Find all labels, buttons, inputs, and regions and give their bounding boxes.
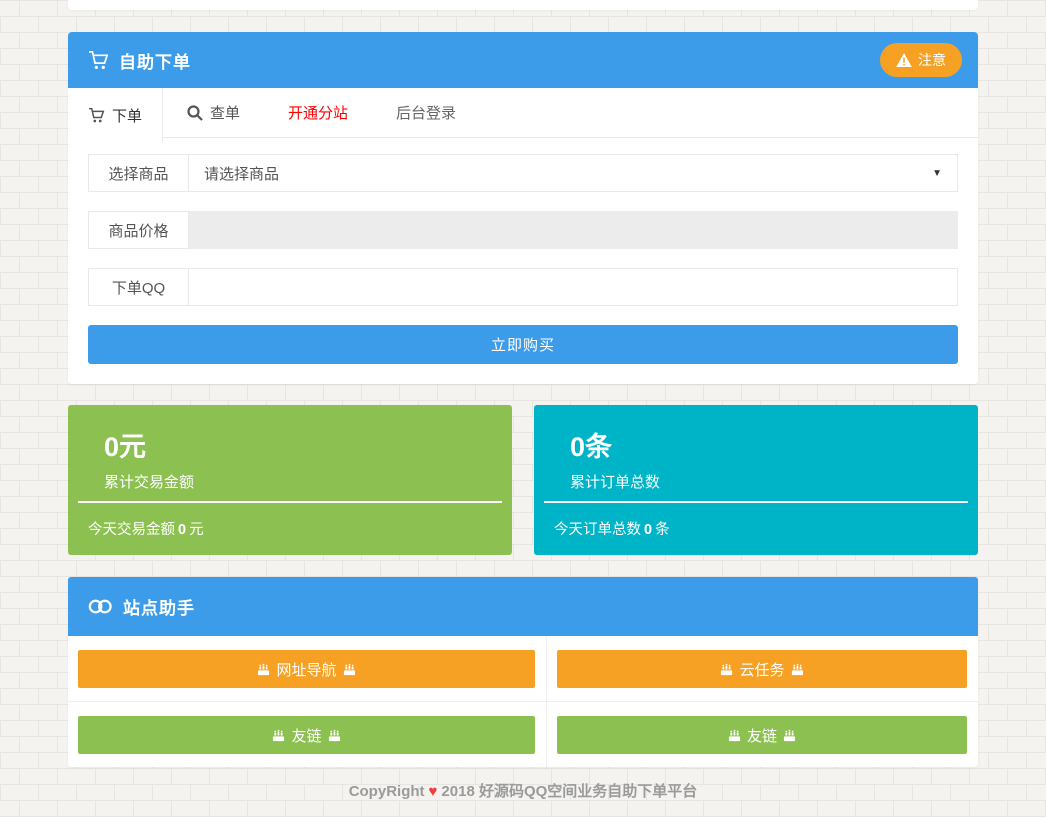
qq-input[interactable] xyxy=(204,279,942,296)
stat-today-unit: 条 xyxy=(655,522,670,538)
stat-main: 0条 累计订单总数 xyxy=(534,405,978,501)
site-helper-title: 站点助手 xyxy=(123,594,195,619)
search-icon xyxy=(187,105,203,121)
copyright-suffix: 2018 好源码QQ空间业务自助下单平台 xyxy=(441,783,697,800)
cake-icon xyxy=(728,729,741,742)
site-helper-header: 站点助手 xyxy=(68,577,978,636)
price-row: 商品价格 xyxy=(88,211,958,249)
stat-today-label: 今天订单总数 xyxy=(554,522,641,538)
stats-row: 0元 累计交易金额 今天交易金额0元 0条 累计订单总数 今天订单总数0条 xyxy=(68,405,978,555)
tab-label: 下单 xyxy=(112,105,142,126)
price-label: 商品价格 xyxy=(88,211,189,249)
total-transaction-card: 0元 累计交易金额 今天交易金额0元 xyxy=(68,405,512,555)
product-select-row: 选择商品 请选择商品 ▼ xyxy=(88,154,958,192)
tab-check-order[interactable]: 查单 xyxy=(163,88,264,137)
helper-cell: 网址导航 xyxy=(68,636,547,702)
product-select-value: 请选择商品 xyxy=(204,163,279,184)
helper-cell: 友链 xyxy=(68,702,547,767)
tab-bar: 下单 查单 开通分站 后台登录 xyxy=(68,88,978,138)
tab-label: 后台登录 xyxy=(396,102,456,123)
heart-icon: ♥ xyxy=(429,783,438,800)
chevron-down-icon: ▼ xyxy=(932,168,942,179)
tab-admin-login[interactable]: 后台登录 xyxy=(372,88,480,137)
price-input xyxy=(204,222,942,239)
order-card-header: 自助下单 注意 xyxy=(68,32,978,88)
tab-open-branch-site[interactable]: 开通分站 xyxy=(264,88,372,137)
helper-button-label: 云任务 xyxy=(739,659,784,680)
cart-icon xyxy=(88,108,105,123)
order-form: 选择商品 请选择商品 ▼ 商品价格 下单QQ 立即购买 xyxy=(68,138,978,384)
cake-icon xyxy=(257,663,270,676)
tab-label: 开通分站 xyxy=(288,102,348,123)
stat-today-value: 0 xyxy=(178,522,186,538)
previous-card-edge xyxy=(68,0,978,10)
page-title: 自助下单 xyxy=(119,48,191,73)
friend-link-button[interactable]: 友链 xyxy=(557,716,967,754)
copyright-prefix: CopyRight xyxy=(349,783,425,800)
price-field xyxy=(189,211,958,249)
helper-cell: 友链 xyxy=(547,702,978,767)
stat-today-label: 今天交易金额 xyxy=(88,522,175,538)
stat-footer: 今天交易金额0元 xyxy=(68,503,512,555)
cloud-task-button[interactable]: 云任务 xyxy=(557,650,967,688)
cake-icon xyxy=(328,729,341,742)
tab-label: 查单 xyxy=(210,102,240,123)
stat-value: 0元 xyxy=(104,425,476,464)
cart-icon xyxy=(88,51,109,70)
cake-icon xyxy=(272,729,285,742)
qq-field xyxy=(189,268,958,306)
copyright-footer: CopyRight♥2018 好源码QQ空间业务自助下单平台 xyxy=(68,780,978,801)
stat-today-value: 0 xyxy=(644,522,652,538)
product-select-label: 选择商品 xyxy=(88,154,189,192)
friend-link-button[interactable]: 友链 xyxy=(78,716,535,754)
stat-value: 0条 xyxy=(570,425,942,464)
helper-button-label: 网址导航 xyxy=(276,659,336,680)
stat-label: 累计订单总数 xyxy=(570,471,942,492)
cake-icon xyxy=(343,663,356,676)
cake-icon xyxy=(720,663,733,676)
cake-icon xyxy=(791,663,804,676)
site-helper-panel: 站点助手 网址导航 云任务 友链 xyxy=(68,577,978,767)
qq-label: 下单QQ xyxy=(88,268,189,306)
page-content: 自助下单 注意 下单 xyxy=(68,0,978,801)
warning-icon xyxy=(896,53,912,67)
total-orders-card: 0条 累计订单总数 今天订单总数0条 xyxy=(534,405,978,555)
helper-button-label: 友链 xyxy=(291,725,321,746)
buy-now-button[interactable]: 立即购买 xyxy=(88,325,958,364)
site-helper-body: 网址导航 云任务 友链 xyxy=(68,636,978,767)
stat-today-unit: 元 xyxy=(189,522,204,538)
notice-button-label: 注意 xyxy=(918,50,946,70)
order-card: 自助下单 注意 下单 xyxy=(68,32,978,384)
tab-place-order[interactable]: 下单 xyxy=(68,88,163,142)
cake-icon xyxy=(783,729,796,742)
notice-button[interactable]: 注意 xyxy=(880,43,962,77)
helper-button-label: 友链 xyxy=(747,725,777,746)
stat-label: 累计交易金额 xyxy=(104,471,476,492)
stat-main: 0元 累计交易金额 xyxy=(68,405,512,501)
helper-cell: 云任务 xyxy=(547,636,978,702)
link-icon xyxy=(88,598,113,615)
site-nav-button[interactable]: 网址导航 xyxy=(78,650,535,688)
product-select[interactable]: 请选择商品 ▼ xyxy=(189,154,958,192)
qq-row: 下单QQ xyxy=(88,268,958,306)
stat-footer: 今天订单总数0条 xyxy=(534,503,978,555)
